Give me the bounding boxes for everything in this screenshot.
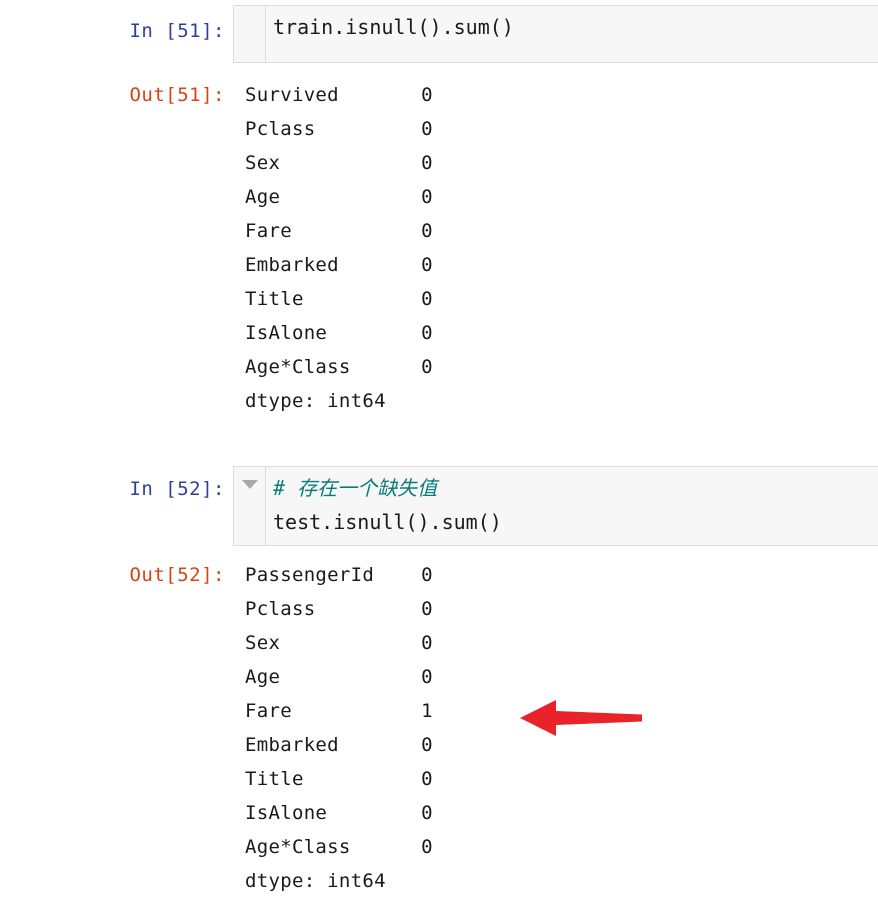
notebook-cell-52: In [52]: # 存在一个缺失值 test.isnull().sum() (0, 460, 878, 552)
notebook-output-51: Out[51]: Survived 0 Pclass 0 Sex 0 Age 0… (0, 78, 878, 423)
notebook-output-52: Out[52]: PassengerId 0 Pclass 0 Sex 0 Ag… (0, 558, 878, 908)
cell-gutter-52[interactable] (234, 467, 266, 545)
output-text-51: Survived 0 Pclass 0 Sex 0 Age 0 Fare 0 E… (245, 84, 433, 412)
code-line-51[interactable]: train.isnull().sum() (266, 6, 878, 62)
output-prompt-52: Out[52]: (129, 564, 225, 586)
code-input-area-52[interactable]: # 存在一个缺失值 test.isnull().sum() (233, 466, 878, 546)
chevron-down-icon[interactable] (242, 480, 258, 489)
code-block-52[interactable]: # 存在一个缺失值 test.isnull().sum() (266, 467, 878, 545)
code-line-52: test.isnull().sum() (273, 510, 502, 534)
output-prompt-51: Out[51]: (129, 84, 225, 106)
code-input-area-51[interactable]: train.isnull().sum() (233, 5, 878, 63)
notebook-cell-51: In [51]: train.isnull().sum() (0, 0, 878, 70)
output-text-52: PassengerId 0 Pclass 0 Sex 0 Age 0 Fare … (245, 564, 433, 892)
jupyter-notebook: In [51]: train.isnull().sum() Out[51]: S… (0, 0, 878, 922)
cell-gutter-51[interactable] (234, 6, 266, 62)
input-prompt-51[interactable]: In [51]: (0, 14, 225, 48)
input-prompt-52[interactable]: In [52]: (0, 472, 225, 506)
code-comment-52: # 存在一个缺失值 (273, 476, 438, 500)
